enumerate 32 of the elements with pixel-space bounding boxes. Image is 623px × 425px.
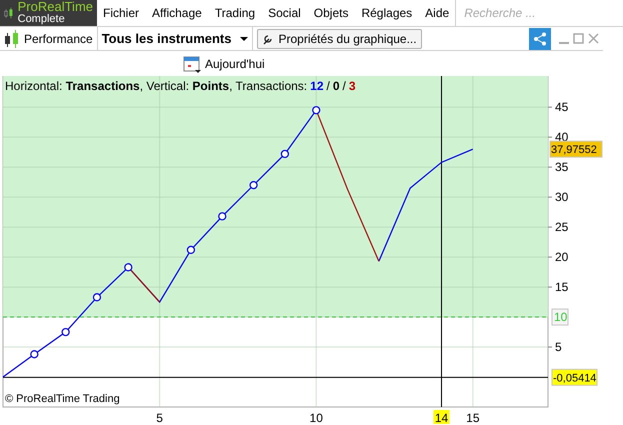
menu-item[interactable]: Trading [214, 4, 256, 22]
panel-title: Performance [24, 30, 93, 48]
today-button[interactable]: Aujourd'hui [183, 54, 265, 72]
copyright-text: © ProRealTime Trading [5, 393, 120, 405]
last-value-badge: 37,97552 [550, 140, 602, 158]
menu-item[interactable]: Objets [314, 4, 348, 22]
chart-properties-button[interactable]: Propriétés du graphique... [256, 28, 422, 48]
x-tick-label: 10 [310, 411, 323, 424]
x-tick-label: 15 [466, 411, 480, 424]
zero-value-badge: -0,05414 [552, 368, 598, 386]
instrument-dropdown[interactable]: Tous les instruments [98, 27, 252, 50]
y-tick-label: 20 [555, 250, 568, 264]
threshold-badge: 10 [552, 308, 568, 326]
y-tick-label: 25 [555, 220, 568, 234]
y-tick-label: 35 [555, 160, 568, 174]
x-tick-label: 5 [156, 411, 163, 424]
search-field[interactable]: Recherche ... [455, 0, 623, 26]
app-logo[interactable]: ProRealTime Complete [0, 0, 97, 26]
menu-item[interactable]: Affichage [152, 4, 202, 22]
chart-header: Horizontal: Transactions, Vertical: Points, Transactions: 12 / 0 / 3 [5, 78, 356, 95]
y-tick-label: 45 [555, 100, 568, 114]
menu-item[interactable]: Social [268, 4, 301, 22]
menu-item[interactable]: Fichier [103, 4, 140, 22]
y-tick-label: 15 [555, 280, 568, 294]
ref-line-label: -0,05414 [553, 372, 596, 384]
brand-edition: Complete [18, 13, 66, 25]
y-tick-label: 30 [555, 190, 568, 204]
brand-name: ProRealTime [18, 1, 93, 13]
y-tick-label: 5 [555, 340, 562, 354]
cursor-badge: 14 [434, 410, 450, 424]
menu-item[interactable]: Réglages [361, 4, 412, 22]
menu-item[interactable]: Aide [425, 4, 450, 22]
